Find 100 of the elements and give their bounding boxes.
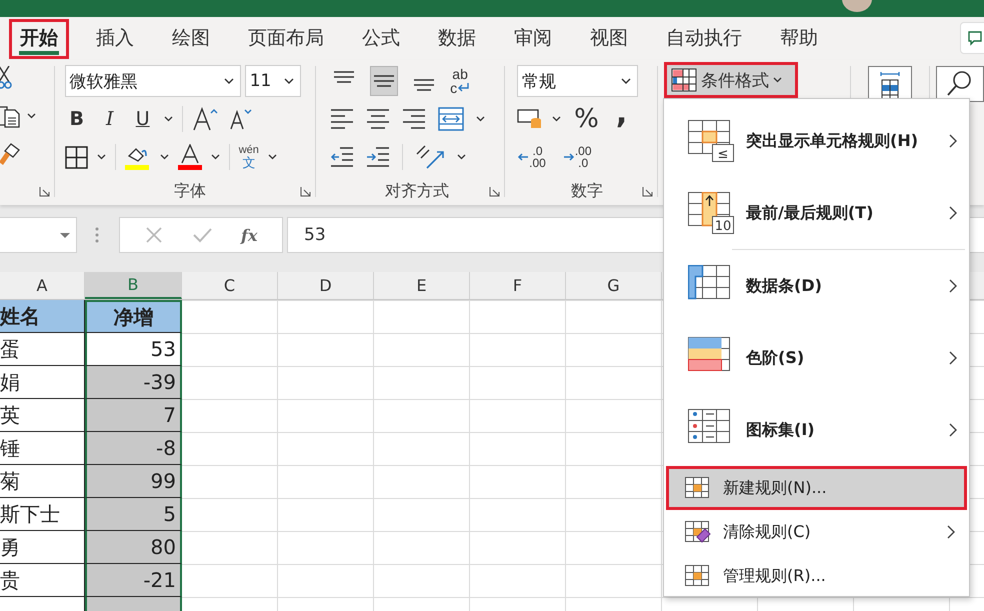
phonetic-guide-button[interactable]: wén 文	[238, 145, 259, 169]
caret-icon[interactable]	[268, 154, 277, 160]
group-label: 字体	[174, 180, 206, 202]
currency-icon[interactable]	[517, 108, 544, 130]
align-lines-icon	[333, 71, 356, 83]
font-color-icon[interactable]	[178, 144, 202, 170]
decimal-button[interactable]: .0 .00	[517, 145, 546, 169]
scissors-icon[interactable]	[0, 66, 13, 90]
insert-function-button[interactable]: fx	[240, 226, 258, 244]
font-size-dropdown[interactable]: 11	[244, 65, 301, 97]
group-label: 对齐方式	[385, 180, 450, 202]
menu-item[interactable]: 图标集(I)	[664, 394, 969, 466]
font-name-dropdown[interactable]: 微软雅黑	[64, 65, 241, 97]
caret-icon[interactable]	[27, 113, 36, 119]
ribbon-tab[interactable]: 插入	[85, 18, 145, 58]
comments-button[interactable]	[960, 22, 984, 54]
rule-icon	[685, 477, 711, 499]
ribbon-tab[interactable]: 数据	[427, 18, 487, 58]
table-cell[interactable]: 5	[85, 498, 182, 531]
menu-item[interactable]: 新建规则(N)...	[666, 466, 967, 510]
number-style-button[interactable]: %	[570, 106, 603, 132]
table-cell[interactable]: -21	[85, 564, 182, 597]
number-format-dropdown[interactable]: 常规	[517, 65, 638, 97]
table-cell: 锤	[0, 432, 85, 465]
borders-icon[interactable]	[64, 146, 88, 168]
table-cell[interactable]: 53	[85, 333, 182, 366]
font-style-button[interactable]: B	[64, 108, 89, 130]
ribbon-tab[interactable]: 帮助	[769, 18, 829, 58]
wrap-text-button[interactable]: ab c	[450, 67, 470, 95]
comment-icon	[967, 30, 983, 46]
checkmark-icon[interactable]	[192, 227, 212, 243]
table-cell[interactable]: 7	[85, 399, 182, 432]
ribbon-tab[interactable]: 绘图	[161, 18, 221, 58]
ribbon-tab[interactable]: 开始	[9, 18, 69, 58]
chevron-right-icon	[949, 206, 957, 220]
increase-font-icon[interactable]	[192, 107, 220, 131]
number-style-button[interactable]: ,	[612, 99, 632, 129]
table-cell[interactable]: 80	[85, 531, 182, 564]
return-arrow-icon	[458, 83, 470, 93]
ribbon-tab[interactable]: 视图	[579, 18, 639, 58]
increase-indent-icon[interactable]	[366, 146, 390, 168]
text-align-icon[interactable]	[402, 108, 426, 130]
column-header[interactable]: D	[278, 272, 374, 299]
decrease-indent-icon[interactable]	[330, 146, 354, 168]
font-style-button[interactable]: I	[98, 108, 122, 130]
conditional-formatting-button[interactable]: 条件格式	[664, 62, 798, 98]
caret-icon[interactable]	[164, 116, 173, 122]
caret-icon[interactable]	[457, 154, 466, 160]
caret-icon	[224, 78, 234, 84]
menu-item[interactable]: 清除规则(C)	[666, 510, 967, 554]
table-cell[interactable]: 99	[85, 465, 182, 498]
ribbon-tab[interactable]: 页面布局	[237, 18, 335, 58]
ribbon-tab[interactable]: 公式	[351, 18, 411, 58]
table-cell[interactable]: -39	[85, 366, 182, 399]
column-header[interactable]: G	[566, 272, 662, 299]
table-cell: 娟	[0, 366, 85, 399]
grip-icon	[95, 227, 99, 243]
rule-icon	[685, 521, 711, 543]
copy-icon[interactable]	[0, 104, 21, 128]
dialog-launcher-icon[interactable]	[489, 186, 500, 197]
menu-item[interactable]: 数据条(D)	[664, 250, 969, 322]
vertical-align-button[interactable]	[370, 66, 398, 96]
orientation-icon[interactable]	[415, 144, 446, 170]
caret-icon[interactable]	[160, 154, 169, 160]
ribbon-tab[interactable]: 审阅	[503, 18, 563, 58]
dialog-launcher-icon[interactable]	[300, 186, 312, 197]
merge-center-icon[interactable]	[438, 107, 464, 131]
caret-icon	[773, 77, 782, 83]
text-align-icon[interactable]	[330, 108, 354, 130]
dialog-launcher-icon[interactable]	[38, 186, 50, 197]
ribbon-tab[interactable]: 自动执行	[655, 18, 753, 58]
table-cell: 蛋	[0, 333, 85, 366]
dialog-launcher-icon[interactable]	[642, 186, 654, 197]
table-cell[interactable]: -8	[85, 432, 182, 465]
caret-icon[interactable]	[476, 116, 486, 122]
font-style-button[interactable]: U	[130, 108, 155, 130]
caret-icon	[60, 232, 70, 238]
chevron-right-icon	[947, 525, 955, 539]
caret-icon[interactable]	[552, 116, 562, 122]
arrow-icon	[562, 152, 575, 162]
decimal-button[interactable]: .00 .0	[562, 145, 592, 169]
column-header[interactable]: C	[182, 272, 278, 299]
menu-item[interactable]: 管理规则(R)...	[666, 554, 967, 598]
table-cell: 菊	[0, 465, 85, 498]
caret-icon[interactable]	[210, 154, 220, 160]
search-icon[interactable]	[936, 66, 984, 102]
text-align-icon[interactable]	[366, 108, 390, 130]
column-header[interactable]: E	[374, 272, 470, 299]
align-lines-icon	[413, 79, 436, 91]
chevron-right-icon	[949, 423, 957, 437]
caret-icon	[621, 78, 632, 84]
format-painter-icon[interactable]	[0, 142, 21, 166]
table-cell: 斯下士	[0, 498, 85, 531]
column-header[interactable]: B	[85, 272, 182, 299]
menu-item[interactable]: ≤ 突出显示单元格规则(H)	[664, 105, 969, 177]
menu-item[interactable]: 色阶(S)	[664, 322, 969, 394]
chevron-right-icon	[949, 279, 957, 293]
group-label: 数字	[571, 180, 604, 202]
caret-icon[interactable]	[96, 154, 106, 160]
column-header[interactable]: F	[470, 272, 566, 299]
